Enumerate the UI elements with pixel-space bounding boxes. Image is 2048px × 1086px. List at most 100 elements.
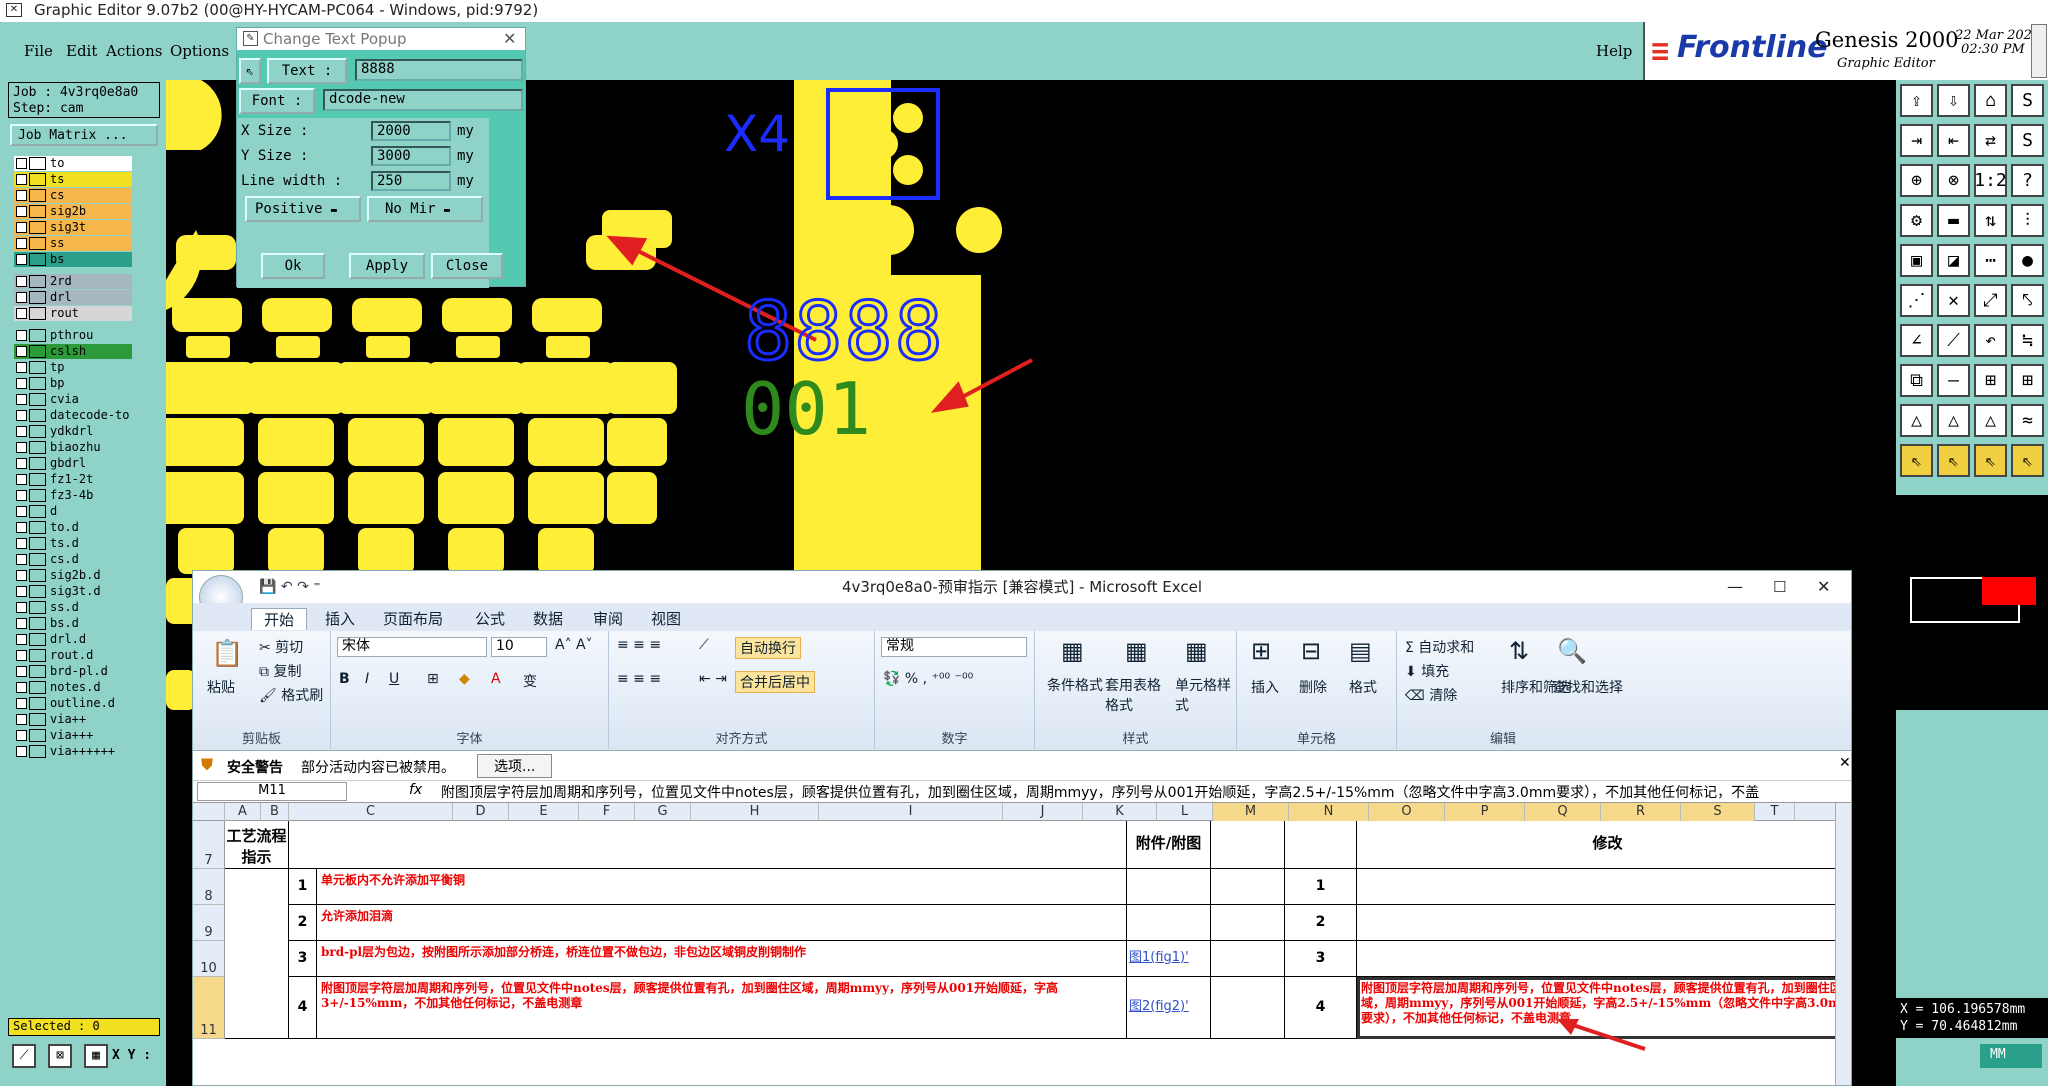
column-header-G[interactable]: G: [635, 803, 691, 821]
x-size-input[interactable]: 2000: [371, 121, 451, 141]
select-all-corner[interactable]: [193, 803, 225, 821]
column-header-T[interactable]: T: [1755, 803, 1795, 821]
fill-button[interactable]: ⬇ 填充: [1405, 661, 1449, 681]
checkbox-icon[interactable]: [16, 618, 27, 629]
phonetic-icon[interactable]: 变: [523, 671, 537, 691]
layer-row-datecode-to[interactable]: datecode-to: [14, 408, 132, 423]
layer-row-ydkdrl[interactable]: ydkdrl: [14, 424, 132, 439]
row-header-8[interactable]: 8: [193, 869, 225, 905]
checkbox-icon[interactable]: [16, 362, 27, 373]
layer-row-cs-d[interactable]: cs.d: [14, 552, 132, 567]
checkbox-icon[interactable]: [16, 650, 27, 661]
layer-row-ts[interactable]: ts: [14, 172, 132, 187]
header-attachment[interactable]: 附件/附图: [1127, 821, 1211, 869]
grid-icon[interactable]: ▦: [84, 1044, 108, 1068]
checkbox-icon[interactable]: [16, 586, 27, 597]
header-modify[interactable]: 修改: [1357, 821, 1851, 869]
security-options-button[interactable]: 选项...: [477, 754, 553, 778]
tool-button-icon[interactable]: ⤢: [1974, 284, 2007, 317]
pick-icon[interactable]: ⇖: [239, 58, 261, 84]
copy-button[interactable]: ⧉ 复制: [259, 661, 301, 681]
item-attachment-link[interactable]: 图2(fig2)': [1127, 977, 1211, 1039]
tool-button-icon[interactable]: ◪: [1937, 244, 1970, 277]
conditional-format-button[interactable]: 条件格式: [1047, 675, 1107, 695]
tab-formulas[interactable]: 公式: [475, 608, 505, 629]
overview-map[interactable]: [1896, 495, 2048, 710]
tool-button-icon[interactable]: △: [1900, 404, 1933, 437]
font-label-button[interactable]: Font :: [239, 88, 315, 114]
font-size-select[interactable]: 10: [491, 637, 547, 657]
underline-icon[interactable]: U: [389, 671, 399, 687]
layer-row-to[interactable]: to: [14, 156, 132, 171]
quick-access-toolbar[interactable]: 💾 ↶ ↷ ⁼: [259, 571, 321, 603]
layer-row-biaozhu[interactable]: biaozhu: [14, 440, 132, 455]
column-header-D[interactable]: D: [453, 803, 509, 821]
modification-cell[interactable]: [1357, 941, 1851, 977]
checkbox-icon[interactable]: [16, 602, 27, 613]
tool-button-icon[interactable]: ⇄: [1974, 124, 2007, 157]
merged-process-cell[interactable]: [225, 977, 289, 1039]
ok-button[interactable]: Ok: [261, 253, 325, 279]
row-header-11[interactable]: 11: [193, 977, 225, 1039]
sheet-grid[interactable]: 7891011工艺流程指示附件/附图修改附件/附图1单元板内不允许添加平衡铜12…: [193, 821, 1851, 1085]
font-name-select[interactable]: 宋体: [337, 637, 487, 657]
checkbox-icon[interactable]: [16, 254, 27, 265]
snap-icon[interactable]: ⟋: [12, 1044, 36, 1068]
layer-row-brd-pl-d[interactable]: brd-pl.d: [14, 664, 132, 679]
minimize-icon[interactable]: —: [1727, 571, 1743, 603]
align-top-icon[interactable]: ≡ ≡ ≡: [617, 637, 661, 653]
merged-process-cell[interactable]: [225, 869, 289, 905]
mirror-dropdown[interactable]: No Mir ▬: [367, 196, 483, 222]
item-description[interactable]: 允许添加泪滴: [317, 905, 1127, 941]
column-header-K[interactable]: K: [1083, 803, 1157, 821]
checkbox-icon[interactable]: [16, 276, 27, 287]
tool-button-icon[interactable]: ⊕: [1900, 164, 1933, 197]
item-attachment-link[interactable]: [1127, 905, 1211, 941]
bold-icon[interactable]: B: [339, 671, 350, 687]
layer-row-sig2b[interactable]: sig2b: [14, 204, 132, 219]
column-header-F[interactable]: F: [579, 803, 635, 821]
column-header-L[interactable]: L: [1157, 803, 1213, 821]
tool-button-icon[interactable]: ⇖: [1937, 444, 1970, 477]
header-blank[interactable]: [289, 821, 1127, 869]
tool-button-icon[interactable]: ⊗: [1937, 164, 1970, 197]
checkbox-icon[interactable]: [16, 554, 27, 565]
align-left-icon[interactable]: ≡ ≡ ≡: [617, 671, 661, 687]
job-matrix-button[interactable]: Job Matrix ...: [10, 124, 158, 146]
popup-close-icon[interactable]: ✕: [503, 28, 516, 50]
layer-row-via-[interactable]: via++: [14, 712, 132, 727]
checkbox-icon[interactable]: [16, 682, 27, 693]
tab-review[interactable]: 审阅: [593, 608, 623, 629]
tool-button-icon[interactable]: ∠: [1900, 324, 1933, 357]
layer-row-gbdrl[interactable]: gbdrl: [14, 456, 132, 471]
checkbox-icon[interactable]: [16, 698, 27, 709]
format-table-button[interactable]: 套用表格格式: [1105, 675, 1173, 715]
orientation-icon[interactable]: ⟋: [699, 637, 709, 653]
header-no2[interactable]: [1285, 821, 1357, 869]
tool-button-icon[interactable]: ✕: [1937, 284, 1970, 317]
header-gap[interactable]: [1211, 821, 1285, 869]
paste-button[interactable]: 粘贴: [207, 677, 235, 697]
item-number[interactable]: 4: [289, 977, 317, 1039]
merge-center-button[interactable]: 合并后居中: [735, 671, 815, 693]
layer-row-bs[interactable]: bs: [14, 252, 132, 267]
item-number-2[interactable]: 4: [1285, 977, 1357, 1039]
item-number[interactable]: 3: [289, 941, 317, 977]
checkbox-icon[interactable]: [16, 174, 27, 185]
item-number-2[interactable]: 3: [1285, 941, 1357, 977]
cut-button[interactable]: ✂ 剪切: [259, 637, 303, 657]
window-controls[interactable]: [2031, 24, 2047, 78]
border-icon[interactable]: ⊞: [427, 671, 439, 687]
font-color-icon[interactable]: A: [491, 671, 501, 687]
menu-edit[interactable]: Edit: [66, 42, 97, 60]
fill-color-icon[interactable]: ◆: [459, 671, 470, 687]
security-close-icon[interactable]: ✕: [1839, 755, 1851, 771]
column-header-J[interactable]: J: [1003, 803, 1083, 821]
modification-cell[interactable]: [1357, 905, 1851, 941]
close-button[interactable]: Close: [431, 253, 503, 279]
item-number-2[interactable]: 2: [1285, 905, 1357, 941]
layer-row-sig3t[interactable]: sig3t: [14, 220, 132, 235]
units-selector[interactable]: MM: [1980, 1044, 2042, 1068]
checkbox-icon[interactable]: [16, 458, 27, 469]
tool-button-icon[interactable]: ⇥: [1900, 124, 1933, 157]
